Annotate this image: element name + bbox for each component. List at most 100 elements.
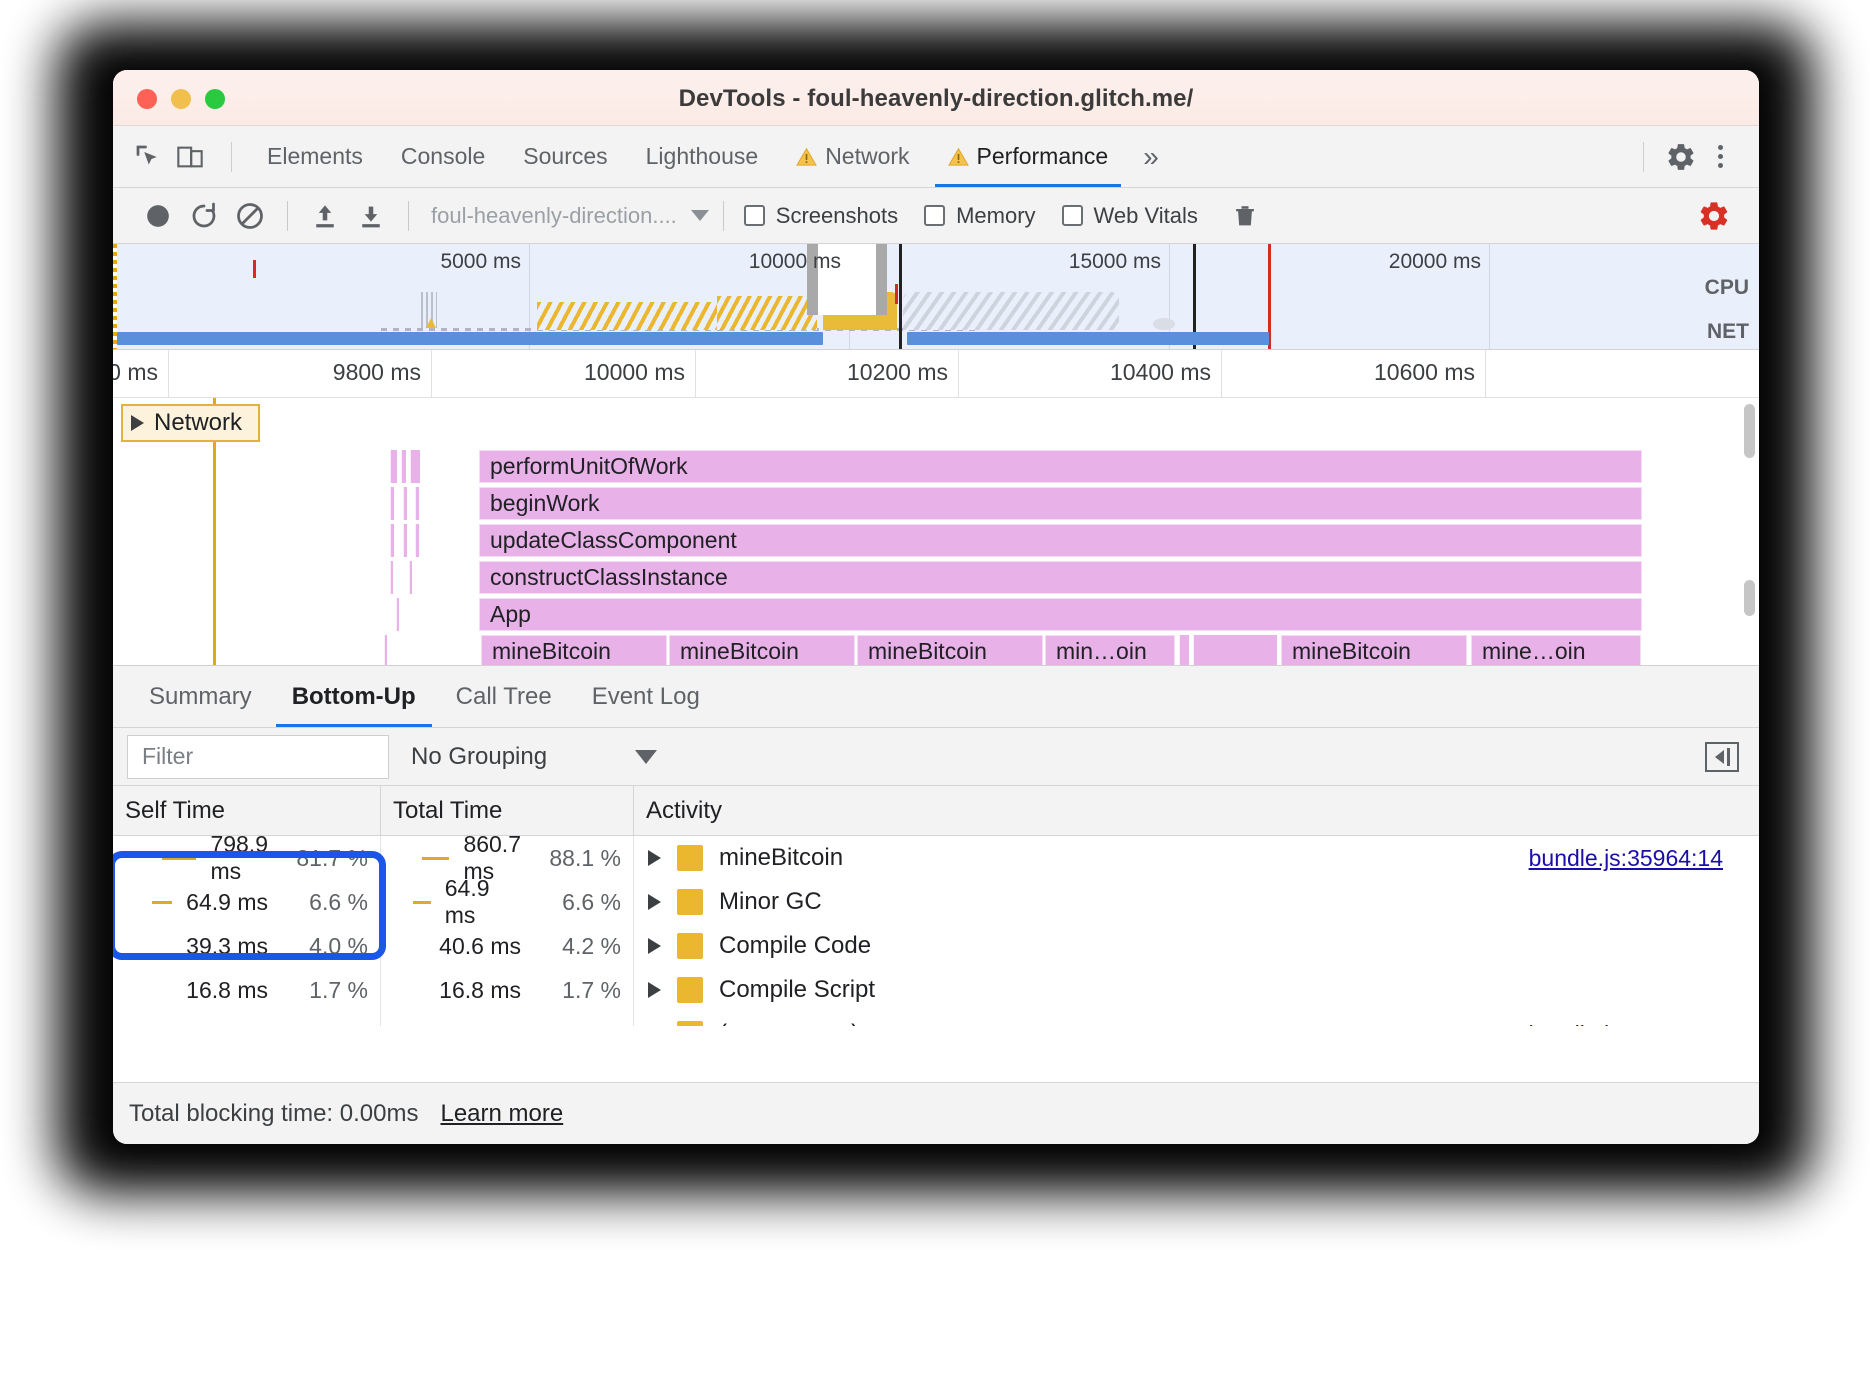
device-toolbar-icon[interactable] (173, 140, 207, 174)
flame-bar-thin[interactable] (415, 524, 419, 557)
flame-scrollbar-thumb-2[interactable] (1744, 580, 1755, 616)
cpu-small-spike (1153, 318, 1175, 330)
flame-bar-thin[interactable] (396, 598, 399, 631)
activity-color-swatch (677, 845, 703, 871)
timeline-overview[interactable]: 5000 ms 10000 ms 15000 ms 20000 ms CPU N… (113, 244, 1759, 350)
flame-bar-constructClassInstance[interactable]: constructClassInstance (479, 561, 1642, 594)
table-row[interactable]: 39.3 ms 4.0 % 40.6 ms 4.2 % Compile Code (113, 924, 1759, 968)
flame-bar-thin[interactable] (410, 450, 420, 483)
chevron-down-icon (690, 210, 709, 221)
column-header-activity[interactable]: Activity (634, 786, 1759, 835)
tab-event-log[interactable]: Event Log (572, 666, 720, 727)
total-blocking-time-status: Total blocking time: 0.00ms (129, 1099, 419, 1127)
more-tabs-button[interactable]: » (1127, 141, 1175, 173)
table-row[interactable]: 64.9 ms 6.6 % 64.9 ms 6.6 % Minor GC (113, 875, 1759, 928)
table-row[interactable]: 16.8 ms 1.7 % 16.8 ms 1.7 % Compile Scri… (113, 968, 1759, 1012)
table-row[interactable]: 8.0 ms 0.8 % 17.5 ms 1.8 % (anonymous) b… (113, 1012, 1759, 1026)
column-header-self-time[interactable]: Self Time (113, 786, 381, 835)
expand-triangle-icon[interactable] (648, 982, 661, 998)
performance-toolbar: foul-heavenly-direction.... Screenshots … (113, 188, 1759, 244)
tab-summary[interactable]: Summary (129, 666, 272, 727)
net-track-label: NET (1707, 320, 1749, 343)
kebab-menu-icon[interactable] (1702, 145, 1739, 168)
flame-bar-thin[interactable] (403, 524, 407, 557)
flame-bar-thin[interactable] (390, 561, 393, 594)
flame-bar-thin[interactable] (415, 487, 419, 520)
cell-self-time: 798.9 ms 81.7 % (113, 831, 381, 884)
flame-bar-thin[interactable] (390, 487, 394, 520)
column-header-total-time[interactable]: Total Time (381, 786, 634, 835)
source-link[interactable]: bundle.js:35964:14 (1529, 845, 1723, 872)
save-profile-icon[interactable] (348, 193, 394, 239)
flame-bar-mineBitcoin[interactable]: mineBitcoin (1281, 635, 1467, 665)
flame-bar-updateClassComponent[interactable]: updateClassComponent (479, 524, 1642, 557)
grouping-select[interactable]: No Grouping (411, 743, 658, 771)
overview-window-right-handle[interactable] (876, 244, 887, 315)
flame-bar-App[interactable]: App (479, 598, 1642, 631)
expand-triangle-icon[interactable] (648, 894, 661, 910)
network-track-header[interactable]: Network (121, 404, 261, 442)
filter-input[interactable]: Filter (127, 734, 389, 779)
flame-chart[interactable]: Network performUnitOfWork beginWork upda… (113, 398, 1759, 666)
tab-call-tree[interactable]: Call Tree (436, 666, 572, 727)
flame-bar-beginWork[interactable]: beginWork (479, 487, 1642, 520)
flame-bar-mineBitcoin[interactable]: mineBitcoin (857, 635, 1043, 665)
ruler-label: 0 ms (113, 359, 158, 385)
sidebar-arrow (1714, 749, 1724, 764)
checkbox-memory-label: Memory (956, 202, 1036, 228)
flame-bar-mineBitcoin[interactable]: mineBitcoin (481, 635, 667, 665)
flame-bar-thin[interactable] (1193, 635, 1277, 665)
flame-bar-thin[interactable] (384, 635, 387, 665)
flame-scrollbar-thumb[interactable] (1744, 404, 1755, 458)
bottom-up-grid[interactable]: Self Time Total Time Activity 798.9 ms 8… (113, 786, 1759, 1026)
flame-bar-mineBitcoin[interactable]: mineBitcoin (669, 635, 855, 665)
expand-triangle-icon[interactable] (648, 850, 661, 866)
tab-console[interactable]: Console (382, 126, 504, 187)
show-sidebar-icon[interactable] (1705, 741, 1739, 772)
source-link[interactable]: bundle.js:13481:19 (1529, 1021, 1723, 1027)
tab-bottom-up[interactable]: Bottom-Up (272, 666, 436, 727)
toolbar-divider (231, 141, 232, 172)
flame-bar-performUnitOfWork[interactable]: performUnitOfWork (479, 450, 1642, 483)
total-time-bar-underline (412, 900, 431, 904)
tab-network[interactable]: Network (777, 126, 928, 187)
load-profile-icon[interactable] (302, 193, 348, 239)
tab-lighthouse[interactable]: Lighthouse (627, 126, 778, 187)
cpu-idle-band (903, 292, 1119, 330)
learn-more-link[interactable]: Learn more (440, 1100, 563, 1128)
overview-tick-label: 20000 ms (1388, 250, 1481, 273)
clear-recording-icon[interactable] (227, 193, 273, 239)
flame-bar-thin[interactable] (1179, 635, 1189, 665)
self-time-value: 798.9 ms (210, 831, 268, 884)
tab-summary-label: Summary (149, 682, 252, 710)
gear-icon[interactable] (1664, 140, 1698, 174)
expand-triangle-icon (131, 415, 144, 431)
checkbox-screenshots[interactable]: Screenshots (743, 203, 898, 229)
inspect-element-icon[interactable] (131, 140, 165, 174)
flame-bar-mineBitcoin[interactable]: min…oin (1045, 635, 1175, 665)
expand-triangle-icon[interactable] (648, 938, 661, 954)
tab-performance[interactable]: Performance (929, 126, 1128, 187)
flame-bar-thin[interactable] (403, 487, 407, 520)
flame-bar-mineBitcoin[interactable]: mine…oin (1471, 635, 1641, 665)
capture-settings-gear-icon[interactable] (1691, 193, 1737, 239)
reload-and-record-icon[interactable] (181, 193, 227, 239)
profile-select[interactable]: foul-heavenly-direction.... (431, 203, 709, 229)
flame-bar-label: performUnitOfWork (490, 453, 688, 479)
flame-bar-thin[interactable] (390, 524, 394, 557)
flame-bar-thin[interactable] (409, 561, 412, 594)
trash-icon[interactable] (1222, 193, 1268, 239)
checkbox-web-vitals[interactable]: Web Vitals (1061, 203, 1198, 229)
tab-sources[interactable]: Sources (504, 126, 626, 187)
tab-elements[interactable]: Elements (248, 126, 382, 187)
table-row[interactable]: 798.9 ms 81.7 % 860.7 ms 88.1 % mineBitc… (113, 831, 1759, 884)
flame-bar-thin[interactable] (401, 450, 406, 483)
flame-bar-label: constructClassInstance (490, 564, 728, 590)
cell-self-time: 39.3 ms 4.0 % (113, 924, 381, 968)
checkbox-memory[interactable]: Memory (924, 202, 1036, 229)
flame-bar-thin[interactable] (390, 450, 397, 483)
ruler-tick (1485, 350, 1486, 397)
flame-bar-label: mineBitcoin (680, 638, 799, 664)
record-circle-icon[interactable] (135, 193, 181, 239)
flame-bar-label: mineBitcoin (1292, 638, 1411, 664)
